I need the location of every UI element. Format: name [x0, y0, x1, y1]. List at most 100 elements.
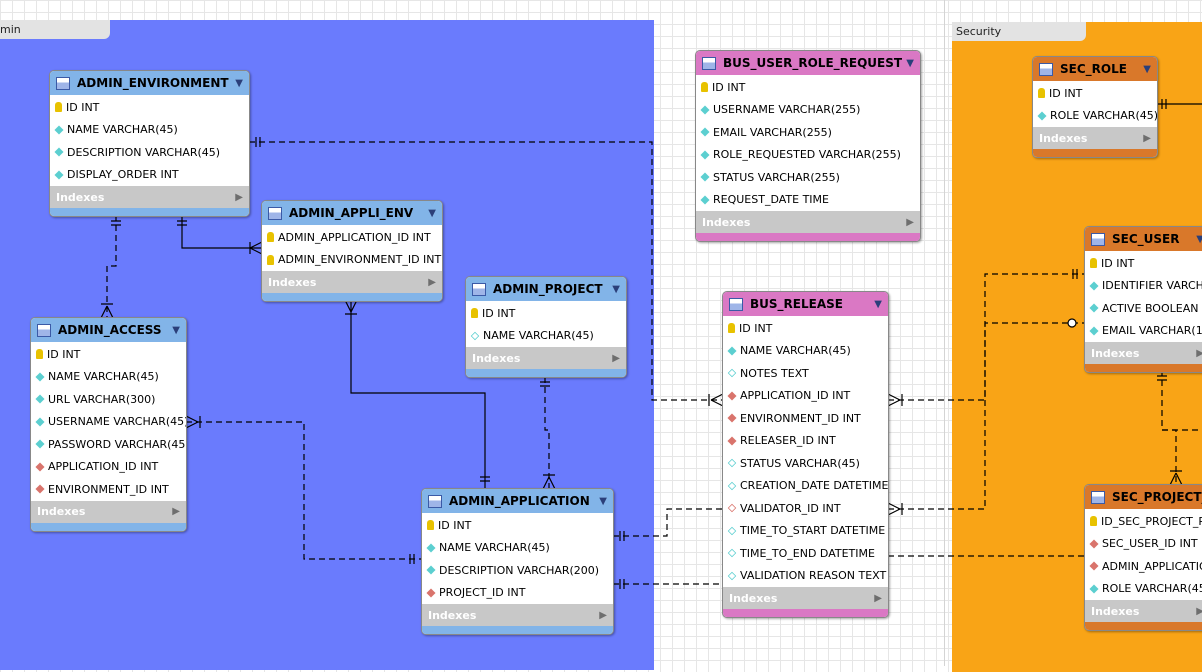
- column-row[interactable]: EMAIL VARCHAR(10: [1085, 320, 1202, 343]
- column-row[interactable]: RELEASER_ID INT: [723, 430, 888, 453]
- chevron-down-icon[interactable]: ▼: [235, 78, 243, 89]
- column-row[interactable]: APPLICATION_ID INT: [723, 385, 888, 408]
- indexes-section[interactable]: Indexes ▶: [466, 347, 626, 369]
- column-row[interactable]: ACTIVE BOOLEAN: [1085, 297, 1202, 320]
- column-row[interactable]: USERNAME VARCHAR(255): [696, 99, 920, 122]
- table-sec-user[interactable]: SEC_USER ▼ ID INT IDENTIFIER VARCHA ACTIVE B…: [1084, 226, 1202, 373]
- column-row[interactable]: ID INT: [723, 317, 888, 340]
- table-header[interactable]: SEC_ROLE ▼: [1033, 57, 1157, 81]
- column-row[interactable]: DESCRIPTION VARCHAR(45): [50, 141, 249, 164]
- indexes-section[interactable]: Indexes ▶: [1033, 127, 1157, 149]
- column-row[interactable]: EMAIL VARCHAR(255): [696, 121, 920, 144]
- column-row[interactable]: ROLE VARCHAR(45): [1085, 578, 1202, 601]
- column-row[interactable]: ROLE VARCHAR(45): [1033, 105, 1157, 128]
- chevron-down-icon[interactable]: ▼: [1143, 64, 1151, 75]
- indexes-section[interactable]: Indexes ▶: [723, 587, 888, 609]
- table-sec-project[interactable]: SEC_PROJECT_▼ ID_SEC_PROJECT_R SEC_USER_ID…: [1084, 484, 1202, 631]
- column-row[interactable]: STATUS VARCHAR(45): [723, 452, 888, 475]
- table-header[interactable]: ADMIN_APPLI_ENV ▼: [262, 201, 442, 225]
- table-header[interactable]: ADMIN_ACCESS ▼: [31, 318, 186, 342]
- table-header[interactable]: SEC_USER ▼: [1085, 227, 1202, 251]
- table-admin-appli-env[interactable]: ADMIN_APPLI_ENV ▼ ADMIN_APPLICATION_ID INT…: [261, 200, 443, 302]
- column-row[interactable]: ID INT: [696, 76, 920, 99]
- table-header[interactable]: ADMIN_APPLICATION ▼: [422, 489, 613, 513]
- triangle-right-icon[interactable]: ▶: [612, 353, 620, 364]
- column-row[interactable]: NOTES TEXT: [723, 362, 888, 385]
- column-row[interactable]: PASSWORD VARCHAR(45): [31, 433, 186, 456]
- column-row[interactable]: CREATION_DATE DATETIME: [723, 475, 888, 498]
- chevron-down-icon[interactable]: ▼: [906, 58, 914, 69]
- chevron-down-icon[interactable]: ▼: [599, 496, 607, 507]
- column-row[interactable]: ROLE_REQUESTED VARCHAR(255): [696, 144, 920, 167]
- column-row[interactable]: USERNAME VARCHAR(45): [31, 411, 186, 434]
- triangle-right-icon[interactable]: ▶: [1143, 133, 1151, 144]
- table-sec-role[interactable]: SEC_ROLE ▼ ID INT ROLE VARCHAR(45) Indexes ▶: [1032, 56, 1158, 158]
- triangle-right-icon[interactable]: ▶: [1196, 606, 1202, 617]
- table-admin-environment[interactable]: ADMIN_ENVIRONMENT ▼ ID INT NAME VARCHAR(45)…: [49, 70, 250, 217]
- triangle-right-icon[interactable]: ▶: [599, 610, 607, 621]
- table-name: ADMIN_APPLI_ENV: [289, 206, 414, 220]
- triangle-right-icon[interactable]: ▶: [1196, 348, 1202, 359]
- column-row[interactable]: ID INT: [466, 302, 626, 325]
- column-row[interactable]: ID_SEC_PROJECT_R: [1085, 510, 1202, 533]
- indexes-section[interactable]: Indexes ▶: [50, 186, 249, 208]
- column-row[interactable]: ID INT: [50, 96, 249, 119]
- column-row[interactable]: VALIDATOR_ID INT: [723, 497, 888, 520]
- column-row[interactable]: TIME_TO_END DATETIME: [723, 542, 888, 565]
- nullable-diamond-icon: [727, 481, 737, 490]
- table-header[interactable]: ADMIN_PROJECT ▼: [466, 277, 626, 301]
- chevron-down-icon[interactable]: ▼: [172, 325, 180, 336]
- table-bus-user-role-request[interactable]: BUS_USER_ROLE_REQUEST ▼ ID INT USERNAME VAR…: [695, 50, 921, 242]
- column-row[interactable]: NAME VARCHAR(45): [50, 119, 249, 142]
- chevron-down-icon[interactable]: ▼: [428, 208, 436, 219]
- table-admin-access[interactable]: ADMIN_ACCESS ▼ ID INT NAME VARCHAR(45) URL V…: [30, 317, 187, 532]
- column-row[interactable]: STATUS VARCHAR(255): [696, 166, 920, 189]
- table-admin-application[interactable]: ADMIN_APPLICATION ▼ ID INT NAME VARCHAR(45)…: [421, 488, 614, 635]
- triangle-right-icon[interactable]: ▶: [428, 277, 436, 288]
- table-admin-project[interactable]: ADMIN_PROJECT ▼ ID INT NAME VARCHAR(45) Inde…: [465, 276, 627, 378]
- column-row[interactable]: SEC_USER_ID INT: [1085, 533, 1202, 556]
- column-row[interactable]: ADMIN_APPLICATION_ID INT: [262, 226, 442, 249]
- triangle-right-icon[interactable]: ▶: [874, 593, 882, 604]
- column-row[interactable]: ID INT: [1033, 82, 1157, 105]
- indexes-section[interactable]: Indexes ▶: [1085, 342, 1202, 364]
- triangle-right-icon[interactable]: ▶: [172, 506, 180, 517]
- table-footer: [422, 626, 613, 634]
- chevron-down-icon[interactable]: ▼: [1196, 234, 1202, 245]
- chevron-down-icon[interactable]: ▼: [612, 284, 620, 295]
- column-row[interactable]: ID INT: [422, 514, 613, 537]
- column-row[interactable]: NAME VARCHAR(45): [422, 537, 613, 560]
- column-row[interactable]: URL VARCHAR(300): [31, 388, 186, 411]
- indexes-section[interactable]: Indexes ▶: [1085, 600, 1202, 622]
- column-row[interactable]: ENVIRONMENT_ID INT: [31, 478, 186, 501]
- indexes-section[interactable]: Indexes ▶: [31, 500, 186, 523]
- column-row[interactable]: NAME VARCHAR(45): [723, 340, 888, 363]
- column-row[interactable]: IDENTIFIER VARCHA: [1085, 275, 1202, 298]
- column-row[interactable]: ID INT: [1085, 252, 1202, 275]
- table-header[interactable]: BUS_USER_ROLE_REQUEST ▼: [696, 51, 920, 75]
- chevron-down-icon[interactable]: ▼: [874, 299, 882, 310]
- column-row[interactable]: ENVIRONMENT_ID INT: [723, 407, 888, 430]
- indexes-section[interactable]: Indexes ▶: [422, 604, 613, 626]
- column-row[interactable]: ADMIN_ENVIRONMENT_ID INT: [262, 249, 442, 272]
- triangle-right-icon[interactable]: ▶: [235, 192, 243, 203]
- table-bus-release[interactable]: BUS_RELEASE ▼ ID INT NAME VARCHAR(45) NOTES …: [722, 291, 889, 618]
- column-row[interactable]: DISPLAY_ORDER INT: [50, 164, 249, 187]
- column-row[interactable]: ID INT: [31, 343, 186, 366]
- rel-environment-access: [106, 215, 117, 318]
- table-header[interactable]: BUS_RELEASE ▼: [723, 292, 888, 316]
- column-row[interactable]: ADMIN_APPLICATIO: [1085, 555, 1202, 578]
- column-row[interactable]: NAME VARCHAR(45): [466, 325, 626, 348]
- table-header[interactable]: ADMIN_ENVIRONMENT ▼: [50, 71, 249, 95]
- indexes-section[interactable]: Indexes ▶: [262, 271, 442, 293]
- column-row[interactable]: VALIDATION REASON TEXT: [723, 565, 888, 588]
- column-row[interactable]: DESCRIPTION VARCHAR(200): [422, 559, 613, 582]
- column-row[interactable]: NAME VARCHAR(45): [31, 366, 186, 389]
- column-row[interactable]: REQUEST_DATE TIME: [696, 189, 920, 212]
- triangle-right-icon[interactable]: ▶: [906, 217, 914, 228]
- table-header[interactable]: SEC_PROJECT_▼: [1085, 485, 1202, 509]
- column-row[interactable]: APPLICATION_ID INT: [31, 456, 186, 479]
- column-row[interactable]: PROJECT_ID INT: [422, 582, 613, 605]
- column-row[interactable]: TIME_TO_START DATETIME: [723, 520, 888, 543]
- indexes-section[interactable]: Indexes ▶: [696, 211, 920, 233]
